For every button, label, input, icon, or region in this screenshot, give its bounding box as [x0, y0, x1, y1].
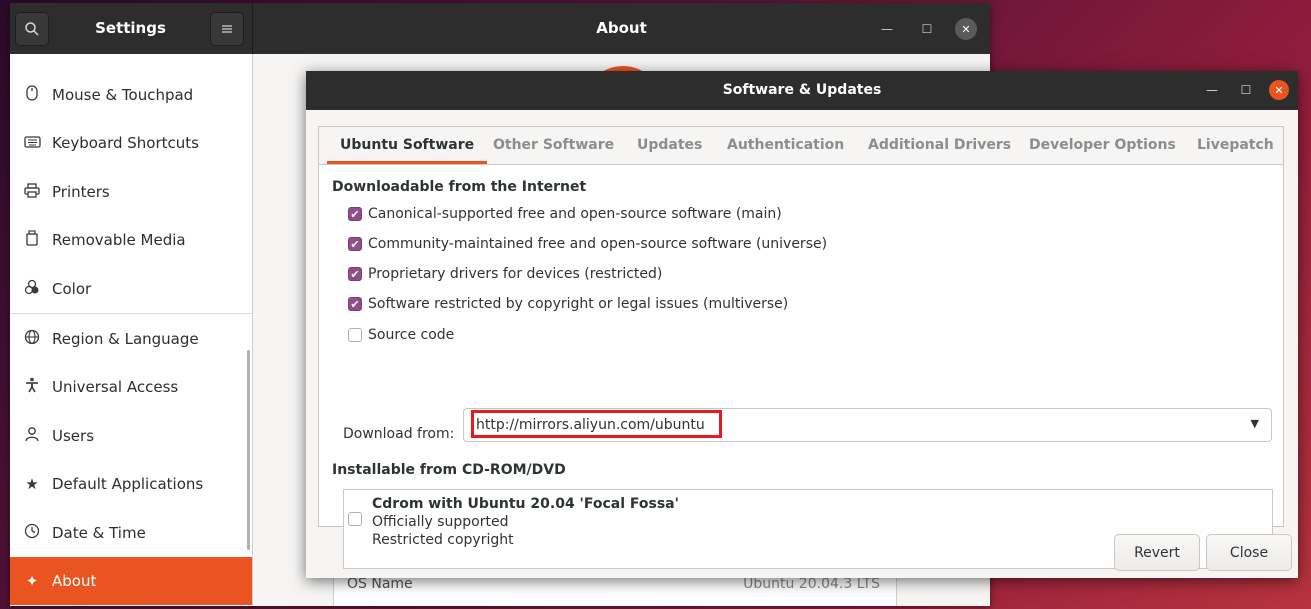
close-button[interactable]: Close — [1206, 534, 1292, 571]
settings-sidebar: Mouse & Touchpad Keyboard Shortcuts Prin… — [10, 54, 253, 606]
menu-button[interactable] — [210, 12, 244, 46]
checkbox-checked-icon: ✔ — [348, 267, 362, 281]
users-icon — [23, 426, 41, 446]
checkbox-main[interactable]: ✔ Canonical-supported free and open-sour… — [348, 204, 782, 224]
sidebar-item-default-applications[interactable]: ★ Default Applications — [10, 460, 252, 508]
dialog-titlebar: Software & Updates — ☐ ✕ — [306, 71, 1298, 110]
accessibility-icon — [23, 377, 41, 397]
checkbox-label: Proprietary drivers for devices (restric… — [368, 266, 663, 282]
dialog-minimize-button[interactable]: — — [1202, 80, 1222, 100]
sidebar-item-label: About — [52, 572, 97, 590]
printer-icon — [23, 182, 41, 202]
checkbox-label: Community-maintained free and open-sourc… — [368, 236, 828, 252]
sidebar-item-label: Mouse & Touchpad — [52, 86, 194, 104]
sidebar-item-removable-media[interactable]: Removable Media — [10, 216, 252, 264]
os-name-label: OS Name — [347, 576, 413, 592]
keyboard-icon — [23, 134, 41, 152]
tab-livepatch[interactable]: Livepatch — [1197, 127, 1274, 163]
downloadable-heading: Downloadable from the Internet — [332, 179, 587, 195]
minimize-icon: — — [881, 22, 893, 36]
maximize-icon: ☐ — [1240, 83, 1252, 97]
close-window-button[interactable]: ✕ — [955, 18, 977, 40]
minimize-icon: — — [1206, 83, 1218, 97]
checkbox-label: Canonical-supported free and open-source… — [368, 206, 782, 222]
tab-bar: Ubuntu Software Other Software Updates A… — [319, 127, 1283, 165]
removable-media-icon — [23, 230, 41, 250]
sidebar-item-mouse-touchpad[interactable]: Mouse & Touchpad — [10, 71, 252, 119]
tab-developer-options[interactable]: Developer Options — [1029, 127, 1176, 163]
checkbox-unchecked-icon — [348, 328, 362, 342]
sidebar-item-date-time[interactable]: Date & Time — [10, 509, 252, 557]
sidebar-item-universal-access[interactable]: Universal Access — [10, 363, 252, 411]
checkbox-checked-icon: ✔ — [348, 207, 362, 221]
tab-additional-drivers[interactable]: Additional Drivers — [868, 127, 1011, 163]
maximize-icon: ☐ — [921, 22, 933, 36]
search-icon — [25, 22, 39, 36]
close-icon: ✕ — [1274, 83, 1284, 97]
download-from-label: Download from: — [343, 426, 455, 442]
tab-notebook: Ubuntu Software Other Software Updates A… — [318, 126, 1284, 569]
star-icon: ★ — [25, 475, 39, 493]
checkbox-label: Source code — [368, 327, 455, 343]
close-icon: ✕ — [961, 22, 971, 36]
tab-authentication[interactable]: Authentication — [727, 127, 844, 163]
installable-heading: Installable from CD-ROM/DVD — [332, 462, 566, 478]
checkbox-universe[interactable]: ✔ Community-maintained free and open-sou… — [348, 234, 827, 254]
checkbox-cdrom[interactable] — [348, 512, 368, 526]
annotation-highlight-box — [471, 410, 722, 438]
sidebar-item-printers[interactable]: Printers — [10, 168, 252, 216]
sidebar-item-region-language[interactable]: Region & Language — [10, 315, 252, 363]
sidebar-item-about[interactable]: ✦ About — [10, 557, 252, 605]
cdrom-item[interactable]: Cdrom with Ubuntu 20.04 'Focal Fossa' Of… — [372, 495, 679, 549]
mouse-icon — [23, 85, 41, 105]
tab-ubuntu-software[interactable]: Ubuntu Software — [327, 127, 488, 164]
about-icon: ✦ — [25, 572, 39, 590]
sidebar-item-keyboard-shortcuts[interactable]: Keyboard Shortcuts — [10, 119, 252, 167]
sidebar-header: Settings — [10, 3, 253, 54]
sidebar-item-label: Printers — [52, 183, 110, 201]
cdrom-copyright: Restricted copyright — [372, 532, 514, 548]
checkbox-multiverse[interactable]: ✔ Software restricted by copyright or le… — [348, 294, 788, 314]
checkbox-source-code[interactable]: Source code — [348, 325, 454, 345]
sidebar-item-label: Default Applications — [52, 475, 204, 493]
tab-updates[interactable]: Updates — [637, 127, 702, 163]
checkbox-restricted[interactable]: ✔ Proprietary drivers for devices (restr… — [348, 264, 662, 284]
maximize-button[interactable]: ☐ — [916, 18, 938, 40]
cdrom-name: Cdrom with Ubuntu 20.04 'Focal Fossa' — [372, 496, 679, 512]
dialog-maximize-button[interactable]: ☐ — [1236, 80, 1256, 100]
checkbox-checked-icon: ✔ — [348, 237, 362, 251]
color-icon — [23, 279, 41, 299]
minimize-button[interactable]: — — [876, 18, 898, 40]
sidebar-scrollbar[interactable] — [247, 350, 250, 550]
sidebar-item-users[interactable]: Users — [10, 412, 252, 460]
sidebar-item-label: Color — [52, 280, 92, 298]
tab-other-software[interactable]: Other Software — [493, 127, 614, 163]
dialog-title: Software & Updates — [722, 82, 882, 98]
cdrom-support: Officially supported — [372, 514, 509, 530]
sidebar-item-color[interactable]: Color — [10, 265, 252, 313]
sidebar-item-label: Users — [52, 427, 95, 445]
sidebar-item-label: Removable Media — [52, 231, 186, 249]
sidebar-item-label: Date & Time — [52, 524, 146, 542]
os-name-value: Ubuntu 20.04.3 LTS — [743, 576, 880, 592]
clock-icon — [23, 523, 41, 543]
sidebar-separator — [10, 313, 252, 314]
dropdown-arrow-icon: ▼ — [1250, 417, 1259, 430]
settings-title: Settings — [95, 19, 166, 37]
software-updates-dialog: Software & Updates — ☐ ✕ Ubuntu Software… — [306, 71, 1298, 578]
hamburger-icon — [222, 25, 232, 33]
checkbox-unchecked-icon — [348, 512, 362, 526]
dialog-close-window-button[interactable]: ✕ — [1269, 80, 1289, 100]
sidebar-item-label: Universal Access — [52, 378, 179, 396]
sidebar-item-label: Keyboard Shortcuts — [52, 134, 199, 152]
checkbox-label: Software restricted by copyright or lega… — [368, 296, 789, 312]
revert-button[interactable]: Revert — [1114, 534, 1200, 571]
search-button[interactable] — [15, 12, 49, 46]
checkbox-checked-icon: ✔ — [348, 297, 362, 311]
download-from-dropdown[interactable]: http://mirrors.aliyun.com/ubuntu ▼ — [463, 408, 1272, 442]
sidebar-item-label: Region & Language — [52, 330, 199, 348]
settings-titlebar: Settings About — ☐ ✕ — [10, 3, 990, 54]
globe-icon — [23, 329, 41, 349]
